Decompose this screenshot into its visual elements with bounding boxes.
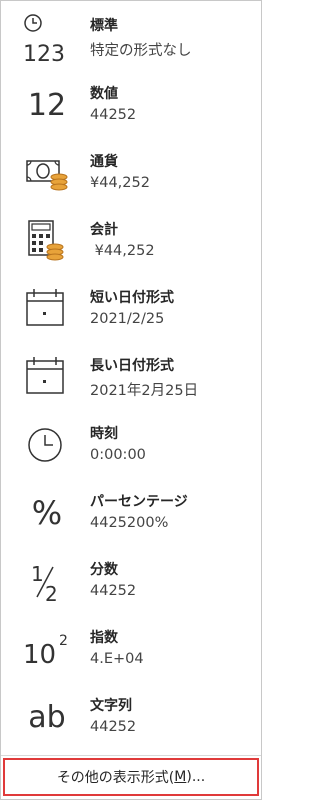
format-example: 44252: [90, 107, 137, 123]
text-ab-icon: ab: [28, 699, 66, 735]
currency-icon: [17, 143, 77, 203]
format-item-accounting[interactable]: 会計 ¥44,252: [1, 207, 261, 275]
format-example: 44252: [90, 583, 137, 599]
svg-text:2: 2: [59, 633, 68, 649]
format-item-text[interactable]: ab 文字列 44252: [1, 683, 261, 751]
format-example: 4.E+04: [90, 651, 144, 667]
clock-icon: [17, 415, 77, 475]
format-item-currency[interactable]: 通貨 ¥44,252: [1, 139, 261, 207]
format-name: 短い日付形式: [90, 290, 174, 306]
format-name: 通貨: [90, 154, 118, 170]
format-name: 分数: [90, 562, 118, 578]
format-item-long-date[interactable]: 長い日付形式 2021年2月25日: [1, 343, 261, 411]
format-example: 0:00:00: [90, 447, 146, 463]
format-name: 会計: [90, 222, 118, 238]
svg-text:10: 10: [23, 640, 56, 670]
clock-123-icon: 123: [17, 7, 77, 67]
svg-text:1: 1: [31, 562, 44, 586]
format-example: ¥44,252: [90, 175, 150, 191]
format-example: 4425200%: [90, 515, 169, 531]
format-example: 2021/2/25: [90, 311, 165, 327]
number-format-dropdown: 123 標準 特定の形式なし 12 数値 44252 通貨 ¥44,252 会計…: [0, 0, 262, 800]
format-item-time[interactable]: 時刻 0:00:00: [1, 411, 261, 479]
format-item-scientific[interactable]: 10 2 指数 4.E+04: [1, 615, 261, 683]
more-label-suffix: )...: [186, 769, 206, 785]
format-item-short-date[interactable]: 短い日付形式 2021/2/25: [1, 275, 261, 343]
format-item-number[interactable]: 12 数値 44252: [1, 71, 261, 139]
calendar-short-icon: [17, 279, 77, 339]
fraction-icon: 1 2: [17, 551, 77, 611]
exponent-icon: 10 2: [17, 619, 77, 679]
accounting-calculator-icon: [17, 211, 77, 271]
number-12-icon: 12: [27, 87, 67, 123]
format-name: 指数: [90, 630, 118, 646]
format-name: パーセンテージ: [90, 494, 188, 510]
format-name: 標準: [90, 18, 118, 34]
format-name: 数値: [90, 86, 118, 102]
format-name: 長い日付形式: [90, 358, 174, 374]
icon-text: 123: [23, 42, 65, 67]
format-name: 時刻: [90, 426, 118, 442]
format-item-fraction[interactable]: 1 2 分数 44252: [1, 547, 261, 615]
svg-text:2: 2: [45, 582, 58, 606]
format-example: 特定の形式なし: [90, 43, 192, 59]
format-example: ¥44,252: [90, 243, 155, 259]
percent-icon: %: [31, 494, 63, 532]
format-item-percentage[interactable]: % パーセンテージ 4425200%: [1, 479, 261, 547]
divider: [1, 755, 261, 756]
calendar-long-icon: [17, 347, 77, 407]
more-label-accelerator: M: [174, 769, 187, 785]
more-label-prefix: その他の表示形式(: [56, 770, 175, 786]
format-item-general[interactable]: 123 標準 特定の形式なし: [1, 3, 261, 71]
format-example: 2021年2月25日: [90, 383, 199, 399]
format-example: 44252: [90, 719, 137, 735]
more-number-formats-button[interactable]: その他の表示形式(M)...: [3, 758, 259, 796]
format-name: 文字列: [90, 698, 132, 714]
